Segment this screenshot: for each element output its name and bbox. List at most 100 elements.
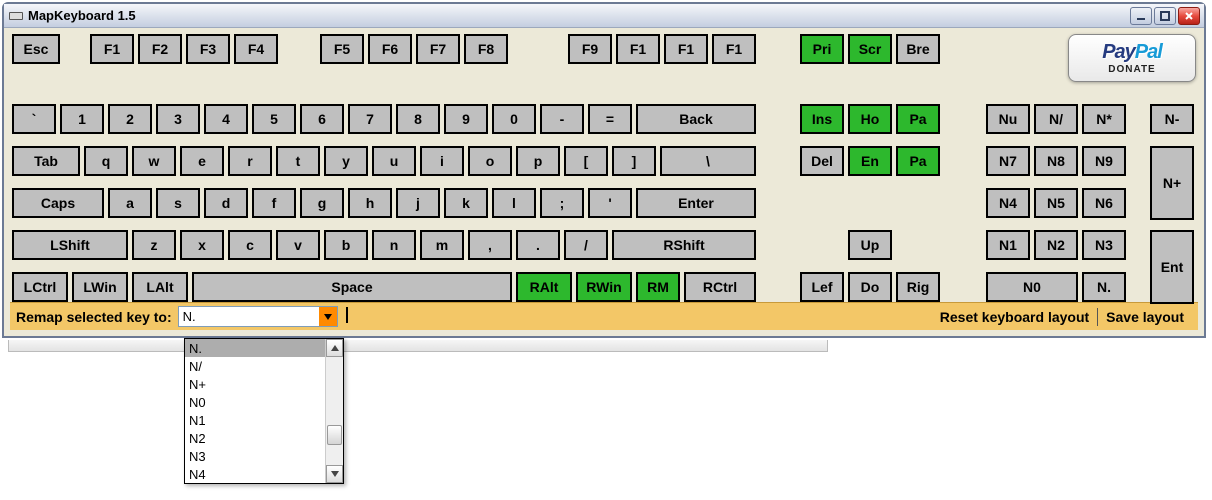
- remap-combo[interactable]: N.: [178, 306, 338, 327]
- key-num5[interactable]: N5: [1034, 188, 1078, 218]
- key-num8[interactable]: N8: [1034, 146, 1078, 176]
- key-g[interactable]: g: [300, 188, 344, 218]
- save-layout-button[interactable]: Save layout: [1098, 309, 1192, 325]
- key-u[interactable]: u: [372, 146, 416, 176]
- key-8[interactable]: 8: [396, 104, 440, 134]
- key-f7[interactable]: F7: [416, 34, 460, 64]
- dropdown-arrow-icon[interactable]: [319, 307, 337, 326]
- key-break[interactable]: Bre: [896, 34, 940, 64]
- key-num1[interactable]: N1: [986, 230, 1030, 260]
- donate-button[interactable]: PayPal DONATE: [1068, 34, 1196, 82]
- key-backtick[interactable]: `: [12, 104, 56, 134]
- reset-layout-button[interactable]: Reset keyboard layout: [932, 309, 1097, 325]
- key-d[interactable]: d: [204, 188, 248, 218]
- dropdown-option[interactable]: N3: [185, 447, 325, 465]
- key-right[interactable]: Rig: [896, 272, 940, 302]
- key-7[interactable]: 7: [348, 104, 392, 134]
- scroll-thumb[interactable]: [327, 425, 342, 445]
- key-n[interactable]: n: [372, 230, 416, 260]
- key-num6[interactable]: N6: [1082, 188, 1126, 218]
- key-j[interactable]: j: [396, 188, 440, 218]
- key-m[interactable]: m: [420, 230, 464, 260]
- key-f10[interactable]: F1: [616, 34, 660, 64]
- key-f5[interactable]: F5: [320, 34, 364, 64]
- key-num0[interactable]: N0: [986, 272, 1078, 302]
- key-t[interactable]: t: [276, 146, 320, 176]
- dropdown-scrollbar[interactable]: [325, 339, 343, 483]
- key-0[interactable]: 0: [492, 104, 536, 134]
- key-r[interactable]: r: [228, 146, 272, 176]
- scroll-track[interactable]: [326, 357, 343, 465]
- scroll-down-icon[interactable]: [326, 465, 343, 483]
- dropdown-option[interactable]: N1: [185, 411, 325, 429]
- key-period[interactable]: .: [516, 230, 560, 260]
- key-a[interactable]: a: [108, 188, 152, 218]
- minimize-button[interactable]: [1130, 7, 1152, 25]
- dropdown-option[interactable]: N4: [185, 465, 325, 483]
- key-l[interactable]: l: [492, 188, 536, 218]
- key-lshift[interactable]: LShift: [12, 230, 128, 260]
- key-capslock[interactable]: Caps: [12, 188, 104, 218]
- key-num4[interactable]: N4: [986, 188, 1030, 218]
- key-home[interactable]: Ho: [848, 104, 892, 134]
- key-printscreen[interactable]: Pri: [800, 34, 844, 64]
- key-minus[interactable]: -: [540, 104, 584, 134]
- key-numminus[interactable]: N-: [1150, 104, 1194, 134]
- key-up[interactable]: Up: [848, 230, 892, 260]
- key-s[interactable]: s: [156, 188, 200, 218]
- key-semicolon[interactable]: ;: [540, 188, 584, 218]
- key-lbracket[interactable]: [: [564, 146, 608, 176]
- key-numlock[interactable]: Nu: [986, 104, 1030, 134]
- key-v[interactable]: v: [276, 230, 320, 260]
- key-space[interactable]: Space: [192, 272, 512, 302]
- key-f11[interactable]: F1: [664, 34, 708, 64]
- key-numdiv[interactable]: N/: [1034, 104, 1078, 134]
- key-f[interactable]: f: [252, 188, 296, 218]
- key-backslash[interactable]: \: [660, 146, 756, 176]
- key-i[interactable]: i: [420, 146, 464, 176]
- key-backspace[interactable]: Back: [636, 104, 756, 134]
- key-p[interactable]: p: [516, 146, 560, 176]
- key-rbracket[interactable]: ]: [612, 146, 656, 176]
- titlebar[interactable]: MapKeyboard 1.5: [4, 4, 1204, 28]
- key-apostrophe[interactable]: ': [588, 188, 632, 218]
- maximize-button[interactable]: [1154, 7, 1176, 25]
- key-scrolllock[interactable]: Scr: [848, 34, 892, 64]
- key-b[interactable]: b: [324, 230, 368, 260]
- key-rshift[interactable]: RShift: [612, 230, 756, 260]
- key-num9[interactable]: N9: [1082, 146, 1126, 176]
- key-e[interactable]: e: [180, 146, 224, 176]
- key-numplus[interactable]: N+: [1150, 146, 1194, 220]
- key-end[interactable]: En: [848, 146, 892, 176]
- remap-dropdown-list[interactable]: N.N/N+N0N1N2N3N4: [184, 338, 344, 484]
- key-6[interactable]: 6: [300, 104, 344, 134]
- key-ralt[interactable]: RAlt: [516, 272, 572, 302]
- key-rctrl[interactable]: RCtrl: [684, 272, 756, 302]
- key-x[interactable]: x: [180, 230, 224, 260]
- key-pagedown[interactable]: Pa: [896, 146, 940, 176]
- key-5[interactable]: 5: [252, 104, 296, 134]
- scroll-up-icon[interactable]: [326, 339, 343, 357]
- key-k[interactable]: k: [444, 188, 488, 218]
- key-2[interactable]: 2: [108, 104, 152, 134]
- dropdown-option[interactable]: N0: [185, 393, 325, 411]
- key-q[interactable]: q: [84, 146, 128, 176]
- close-button[interactable]: [1178, 7, 1200, 25]
- key-num7[interactable]: N7: [986, 146, 1030, 176]
- key-num2[interactable]: N2: [1034, 230, 1078, 260]
- key-f12[interactable]: F1: [712, 34, 756, 64]
- key-3[interactable]: 3: [156, 104, 200, 134]
- key-down[interactable]: Do: [848, 272, 892, 302]
- key-comma[interactable]: ,: [468, 230, 512, 260]
- key-f9[interactable]: F9: [568, 34, 612, 64]
- key-slash[interactable]: /: [564, 230, 608, 260]
- key-esc[interactable]: Esc: [12, 34, 60, 64]
- dropdown-option[interactable]: N+: [185, 375, 325, 393]
- key-numenter[interactable]: Ent: [1150, 230, 1194, 304]
- key-tab[interactable]: Tab: [12, 146, 80, 176]
- key-lalt[interactable]: LAlt: [132, 272, 188, 302]
- key-numdot[interactable]: N.: [1082, 272, 1126, 302]
- key-y[interactable]: y: [324, 146, 368, 176]
- key-menu[interactable]: RM: [636, 272, 680, 302]
- key-nummul[interactable]: N*: [1082, 104, 1126, 134]
